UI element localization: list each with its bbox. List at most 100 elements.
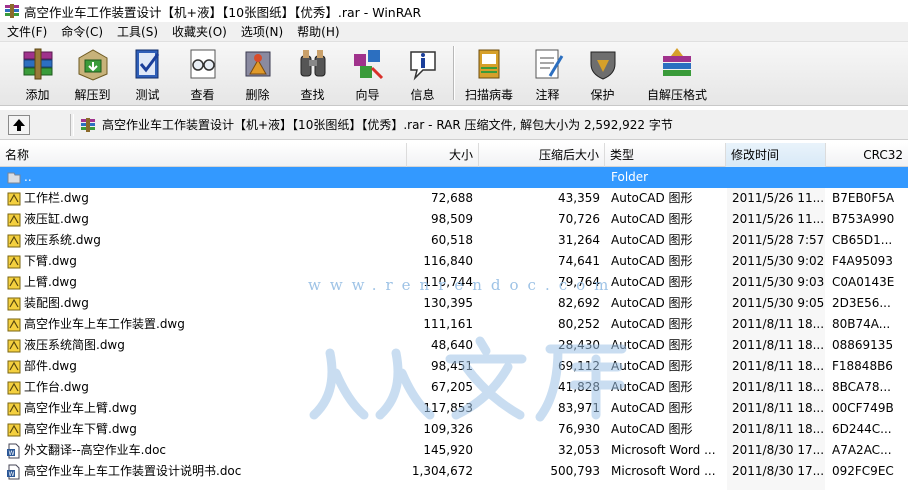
virus-scan-button[interactable]: 扫描病毒 <box>458 42 520 104</box>
file-packed-size: 83,971 <box>558 401 600 415</box>
file-crc <box>826 167 908 188</box>
column-type[interactable]: 类型 <box>605 143 726 167</box>
menu-commands[interactable]: 命令(C) <box>54 22 110 42</box>
file-modified: 2011/8/11 18... <box>732 359 825 373</box>
toolbar-separator <box>453 46 455 100</box>
file-type: Microsoft Word ... <box>611 464 716 478</box>
file-size: 130,395 <box>423 296 473 310</box>
delete-icon <box>245 51 270 77</box>
menu-help[interactable]: 帮助(H) <box>290 22 346 42</box>
delete-button[interactable]: 删除 <box>230 42 285 104</box>
sfx-button[interactable]: 自解压格式 <box>630 42 724 104</box>
file-crc: 6D244C... <box>832 422 892 436</box>
file-modified: 2011/8/11 18... <box>732 338 825 352</box>
column-modified[interactable]: 修改时间 <box>726 143 826 167</box>
file-name-cell: 下臂.dwg <box>6 251 406 272</box>
file-packed-size: 70,726 <box>558 212 600 226</box>
table-row[interactable]: 装配图.dwg 130,395 82,692 AutoCAD 图形 2011/5/30 … <box>0 293 908 314</box>
sfx-icon <box>663 48 691 76</box>
up-folder-button[interactable] <box>8 114 30 135</box>
title-bar: 高空作业车工作装置设计【机+液】【10张图纸】【优秀】.rar - WinRAR <box>0 0 908 22</box>
file-crc: B753A990 <box>832 212 895 226</box>
add-books-icon <box>23 48 52 80</box>
protect-button[interactable]: 保护 <box>575 42 630 104</box>
table-row[interactable]: .. Folder <box>0 167 908 188</box>
table-row[interactable]: 部件.dwg 98,451 69,112 AutoCAD 图形 2011/8/11 18… <box>0 356 908 377</box>
info-icon <box>409 51 436 81</box>
file-type: Folder <box>611 170 649 184</box>
table-row[interactable]: 高空作业车下臂.dwg 109,326 76,930 AutoCAD 图形 2011/8… <box>0 419 908 440</box>
menu-file[interactable]: 文件(F) <box>0 22 54 42</box>
file-modified <box>727 167 825 188</box>
extract-to-label: 解压到 <box>74 88 111 102</box>
comment-button[interactable]: 注释 <box>520 42 575 104</box>
file-size: 111,161 <box>423 317 473 331</box>
menu-options[interactable]: 选项(N) <box>234 22 290 42</box>
table-row[interactable]: W 高空作业车上车工作装置设计说明书.doc 1,304,672 500,793 Mic… <box>0 461 908 482</box>
file-modified: 2011/5/26 11... <box>732 212 825 226</box>
table-row[interactable]: 工作栏.dwg 72,688 43,359 AutoCAD 图形 2011/5/26 1… <box>0 188 908 209</box>
table-row[interactable]: 液压缸.dwg 98,509 70,726 AutoCAD 图形 2011/5/26 1… <box>0 209 908 230</box>
file-size: 60,518 <box>431 233 473 247</box>
test-button[interactable]: 测试 <box>120 42 175 104</box>
table-row[interactable]: 下臂.dwg 116,840 74,641 AutoCAD 图形 2011/5/30 9… <box>0 251 908 272</box>
file-modified: 2011/5/26 11... <box>732 191 825 205</box>
virus-scan-icon <box>478 49 500 79</box>
view-button[interactable]: 查看 <box>175 42 230 104</box>
table-row[interactable]: 液压系统简图.dwg 48,640 28,430 AutoCAD 图形 2011/8/1… <box>0 335 908 356</box>
file-name: 液压缸.dwg <box>24 212 89 226</box>
table-row[interactable]: 高空作业车上车工作装置.dwg 111,161 80,252 AutoCAD 图形 20… <box>0 314 908 335</box>
file-crc: 8BCA78... <box>832 380 891 394</box>
file-name-cell: 部件.dwg <box>6 356 406 377</box>
file-name-cell: 工作台.dwg <box>6 377 406 398</box>
file-name-cell: 装配图.dwg <box>6 293 406 314</box>
file-name-cell: 液压缸.dwg <box>6 209 406 230</box>
file-modified: 2011/8/30 17... <box>732 464 825 478</box>
test-icon <box>135 49 159 79</box>
add-button[interactable]: 添加 <box>10 42 65 104</box>
file-packed-size: 31,264 <box>558 233 600 247</box>
file-name-cell: W 外文翻译--高空作业车.doc <box>6 440 406 461</box>
window-title: 高空作业车工作装置设计【机+液】【10张图纸】【优秀】.rar - WinRAR <box>24 4 422 20</box>
file-size: 117,853 <box>423 401 473 415</box>
dwg-file-icon <box>7 213 21 226</box>
file-size: 72,688 <box>431 191 473 205</box>
file-packed-size: 43,359 <box>558 191 600 205</box>
menu-tools[interactable]: 工具(S) <box>110 22 165 42</box>
column-name[interactable]: 名称 <box>0 143 407 167</box>
table-row[interactable]: 工作台.dwg 67,205 41,828 AutoCAD 图形 2011/8/11 1… <box>0 377 908 398</box>
file-size: 116,840 <box>423 254 473 268</box>
file-crc: A7A2AC... <box>832 443 892 457</box>
file-name: 高空作业车上车工作装置.dwg <box>24 317 185 331</box>
file-modified: 2011/5/30 9:02 <box>732 254 825 268</box>
archive-path: 高空作业车工作装置设计【机+液】【10张图纸】【优秀】.rar - RAR 压缩… <box>102 118 673 132</box>
table-row[interactable]: 高空作业车上臂.dwg 117,853 83,971 AutoCAD 图形 2011/8… <box>0 398 908 419</box>
info-button[interactable]: 信息 <box>395 42 450 104</box>
file-type: AutoCAD 图形 <box>611 317 693 331</box>
extract-to-button[interactable]: 解压到 <box>65 42 120 104</box>
find-button[interactable]: 查找 <box>285 42 340 104</box>
address-grip <box>70 113 74 136</box>
file-name: 液压系统.dwg <box>24 233 101 247</box>
file-size: 1,304,672 <box>411 464 473 478</box>
dwg-file-icon <box>7 318 21 331</box>
table-row[interactable]: 液压系统.dwg 60,518 31,264 AutoCAD 图形 2011/5/28 … <box>0 230 908 251</box>
word-doc-icon: W <box>7 443 20 458</box>
column-packed[interactable]: 压缩后大小 <box>479 143 605 167</box>
file-size <box>408 167 473 188</box>
file-type: Microsoft Word ... <box>611 443 716 457</box>
file-crc: F4A95093 <box>832 254 893 268</box>
column-crc[interactable]: CRC32 <box>826 143 908 167</box>
menu-favorites[interactable]: 收藏夹(O) <box>165 22 234 42</box>
column-size[interactable]: 大小 <box>407 143 479 167</box>
wizard-button[interactable]: 向导 <box>340 42 395 104</box>
view-glasses-icon <box>190 49 215 79</box>
file-name-cell: 高空作业车上车工作装置.dwg <box>6 314 406 335</box>
table-row[interactable]: W 外文翻译--高空作业车.doc 145,920 32,053 Microsoft W… <box>0 440 908 461</box>
file-modified: 2011/8/11 18... <box>732 380 825 394</box>
file-packed-size: 74,641 <box>558 254 600 268</box>
file-type: AutoCAD 图形 <box>611 296 693 310</box>
delete-label: 删除 <box>245 88 270 102</box>
file-size: 98,509 <box>431 212 473 226</box>
file-crc: 2D3E56... <box>832 296 891 310</box>
